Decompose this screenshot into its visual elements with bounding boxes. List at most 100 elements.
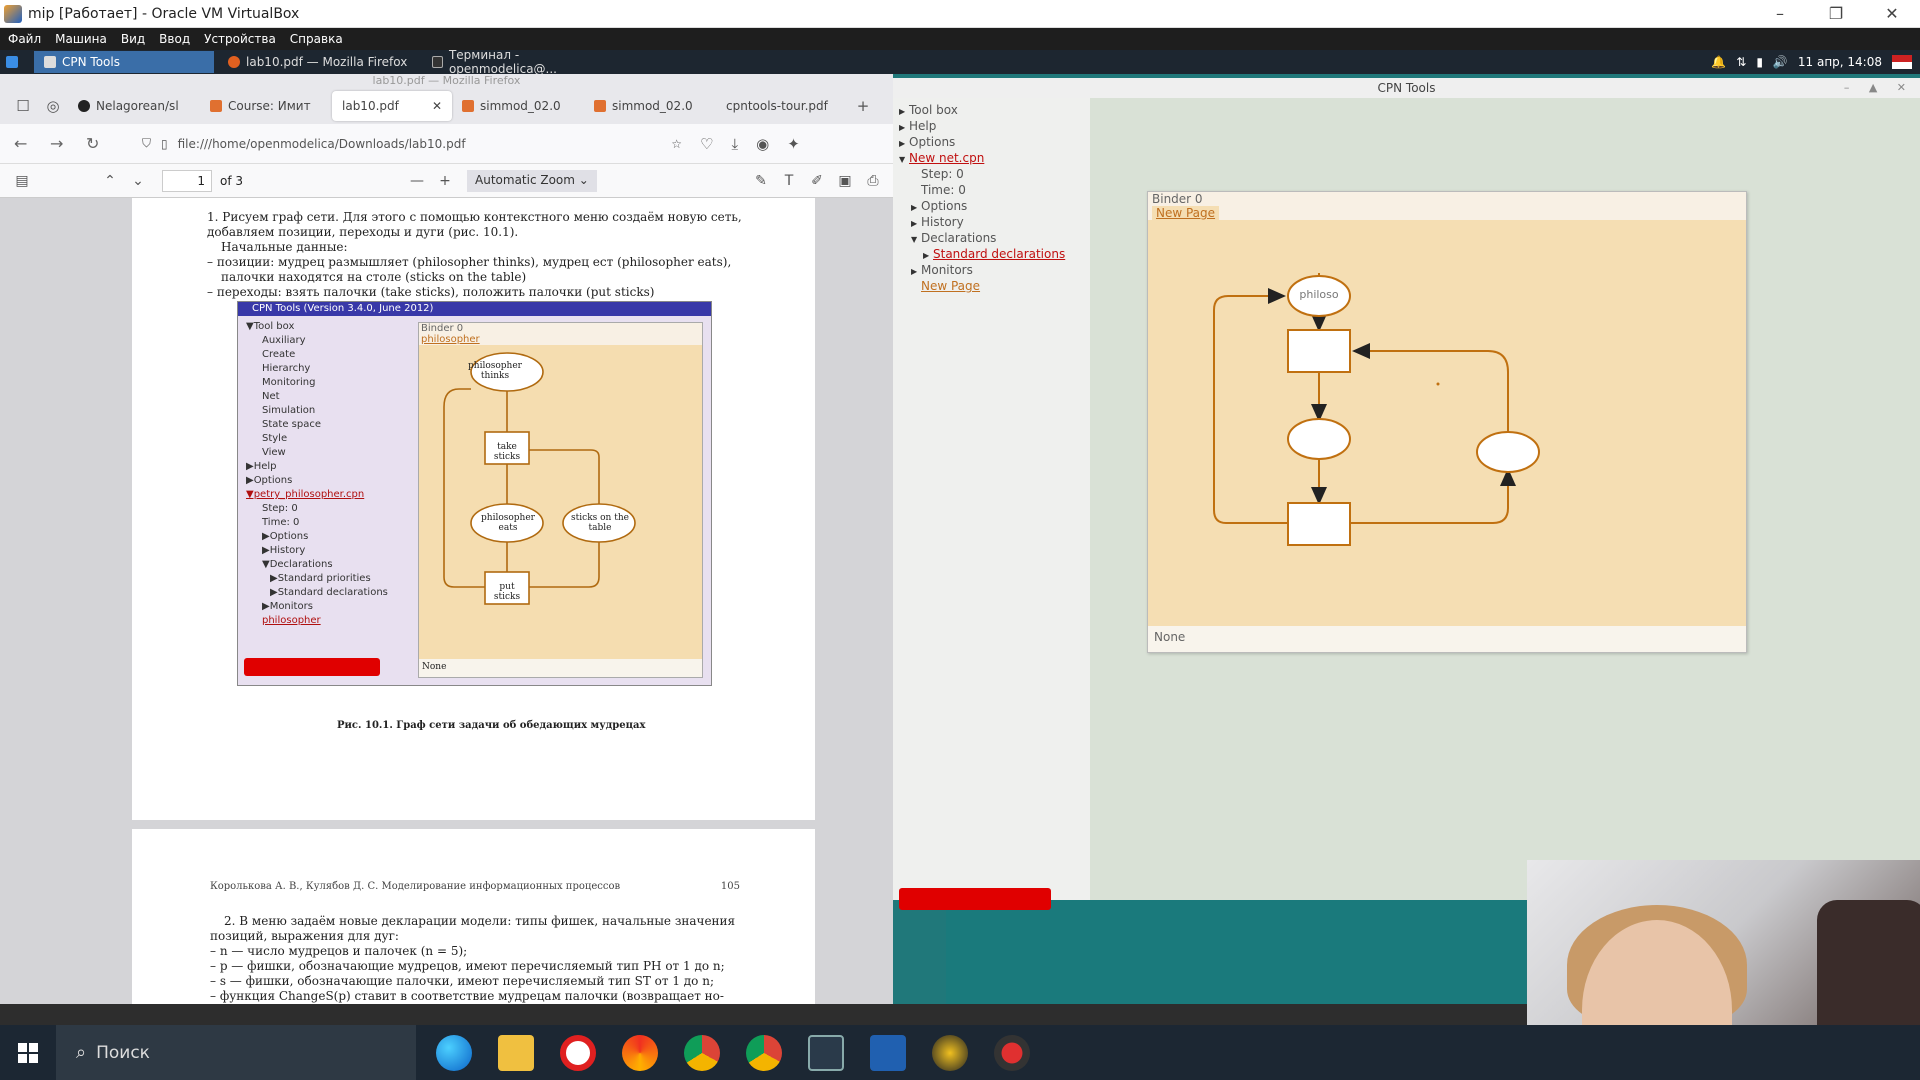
- index-item-new-page[interactable]: New Page: [893, 278, 1090, 294]
- sidebar-toggle-icon[interactable]: ▤: [8, 173, 36, 189]
- virtualbox-box-icon[interactable]: [808, 1034, 844, 1071]
- zoom-in-icon[interactable]: +: [431, 173, 459, 189]
- reload-icon[interactable]: ↻: [86, 134, 122, 153]
- chrome-profile-icon[interactable]: [746, 1034, 782, 1071]
- tab-course[interactable]: Course: Имит: [200, 91, 332, 121]
- zoom-select[interactable]: Automatic Zoom ⌄: [467, 169, 598, 192]
- battery-icon[interactable]: ▮: [1756, 55, 1763, 69]
- minimize-icon[interactable]: –: [1752, 4, 1808, 23]
- taskbar-search[interactable]: ⌕ Поиск: [56, 1025, 416, 1080]
- tab-lab10[interactable]: lab10.pdf ✕: [332, 91, 452, 121]
- place-label[interactable]: philoso: [1288, 288, 1350, 301]
- image-icon[interactable]: ▣: [831, 173, 859, 189]
- pdf-text-line: – функция ChangeS(p) ставит в соответств…: [210, 989, 724, 1003]
- transition-put[interactable]: [1287, 502, 1351, 546]
- network-icon[interactable]: ⇅: [1736, 55, 1746, 69]
- chrome-icon[interactable]: [684, 1034, 720, 1071]
- download-icon[interactable]: ⤓: [731, 135, 738, 153]
- binder-header: Binder 0 New Page: [1148, 192, 1746, 220]
- index-item-history[interactable]: ▶ History: [893, 214, 1090, 230]
- app2-icon[interactable]: [994, 1034, 1030, 1071]
- index-item-help[interactable]: ▶ Help: [893, 118, 1090, 134]
- task-firefox[interactable]: lab10.pdf — Mozilla Firefox: [218, 51, 418, 73]
- yandex-browser-icon[interactable]: [622, 1034, 658, 1071]
- account-icon[interactable]: ◉: [756, 135, 769, 153]
- index-item-net[interactable]: ▼ New net.cpn: [893, 150, 1090, 166]
- text-icon[interactable]: T: [775, 173, 803, 189]
- yandex-icon[interactable]: [560, 1034, 596, 1071]
- print-icon[interactable]: ⎙: [859, 173, 887, 189]
- menu-input[interactable]: Ввод: [159, 32, 190, 46]
- explorer-icon[interactable]: [498, 1034, 534, 1071]
- place-sticks[interactable]: [1476, 431, 1540, 473]
- tab-github[interactable]: Nelagorean/sl: [68, 91, 200, 121]
- task-label: CPN Tools: [62, 55, 120, 69]
- menu-view[interactable]: Вид: [121, 32, 145, 46]
- figure-sidebar: ▼Tool box Auxiliary Create Hierarchy Mon…: [242, 320, 422, 628]
- index-item-options[interactable]: ▶ Options: [893, 134, 1090, 150]
- petri-net-canvas[interactable]: [1148, 220, 1748, 628]
- index-label: New Page: [921, 279, 981, 293]
- pdf-text-line: Начальные данные:: [221, 240, 348, 254]
- start-button[interactable]: [0, 1025, 56, 1080]
- apps-menu-icon[interactable]: [0, 51, 30, 73]
- figure-title: CPN Tools (Version 3.4.0, June 2012): [238, 302, 711, 316]
- restore-icon[interactable]: ❐: [1808, 4, 1864, 23]
- edge-icon[interactable]: [436, 1034, 472, 1071]
- close-tab-icon[interactable]: ✕: [432, 99, 442, 113]
- url-bar[interactable]: ⛉ ▯ file:///home/openmodelica/Downloads/…: [142, 130, 682, 158]
- figure-tree-item: ▼petry_philosopher.cpn: [246, 489, 365, 500]
- task-cpn-tools[interactable]: CPN Tools: [34, 51, 214, 73]
- index-item-net-options[interactable]: ▶ Options: [893, 198, 1090, 214]
- draw-icon[interactable]: ✐: [803, 173, 831, 189]
- index-item-toolbox[interactable]: ▶ Tool box: [893, 102, 1090, 118]
- flag-icon[interactable]: [1892, 55, 1912, 69]
- menu-help[interactable]: Справка: [290, 32, 343, 46]
- index-label: Step: 0: [921, 167, 964, 181]
- index-item-standard-declarations[interactable]: ▶ Standard declarations: [893, 246, 1090, 262]
- index-item-declarations[interactable]: ▼ Declarations: [893, 230, 1090, 246]
- back-icon[interactable]: ←: [14, 134, 50, 153]
- menu-machine[interactable]: Машина: [55, 32, 107, 46]
- task-terminal[interactable]: Терминал - openmodelica@...: [422, 48, 622, 76]
- volume-icon[interactable]: 🔊: [1773, 55, 1788, 69]
- menu-devices[interactable]: Устройства: [204, 32, 276, 46]
- binder-window[interactable]: Binder 0 New Page philoso None: [1147, 191, 1747, 653]
- arc[interactable]: [1350, 468, 1516, 524]
- page-number-input[interactable]: 1: [162, 169, 212, 192]
- highlight-icon[interactable]: ✎: [747, 173, 775, 189]
- pdf-viewer[interactable]: 1. Рисуем граф сети. Для этого с помощью…: [0, 198, 893, 1004]
- index-item-monitors[interactable]: ▶ Monitors: [893, 262, 1090, 278]
- figure-caption: Рис. 10.1. Граф сети задачи об обедающих…: [337, 720, 646, 731]
- clock[interactable]: 11 апр, 14:08: [1798, 55, 1882, 69]
- transition-take[interactable]: [1287, 329, 1351, 373]
- menu-file[interactable]: Файл: [8, 32, 41, 46]
- close-icon[interactable]: ✕: [1864, 4, 1920, 23]
- tab-cpntools-tour[interactable]: cpntools-tour.pdf: [716, 91, 848, 121]
- bell-icon[interactable]: 🔔: [1711, 55, 1726, 69]
- arc[interactable]: [1352, 343, 1509, 435]
- pdf-text-line: – n — число мудрецов и палочек (n = 5);: [210, 944, 468, 958]
- bookmark-star-icon[interactable]: ☆: [671, 137, 682, 151]
- tab-label: lab10.pdf: [342, 99, 399, 113]
- pdf-page-2: Королькова А. В., Кулябов Д. С. Моделиро…: [132, 829, 815, 1004]
- github-icon[interactable]: ◎: [38, 97, 68, 115]
- forward-icon[interactable]: →: [50, 134, 86, 153]
- cpn-window-controls[interactable]: – ▲ ✕: [1844, 78, 1914, 98]
- tab-list-icon[interactable]: ☐: [8, 97, 38, 115]
- pocket-icon[interactable]: ♡: [700, 135, 713, 153]
- new-tab-icon[interactable]: +: [848, 97, 878, 115]
- next-page-icon[interactable]: ⌄: [124, 173, 152, 189]
- tab-simmod-2[interactable]: simmod_02.0: [584, 91, 716, 121]
- virtualbox-icon[interactable]: [870, 1034, 906, 1071]
- place-eats[interactable]: [1287, 418, 1351, 460]
- arc[interactable]: [1213, 288, 1288, 524]
- tab-simmod-1[interactable]: simmod_02.0: [452, 91, 584, 121]
- zoom-out-icon[interactable]: —: [403, 173, 431, 189]
- previous-page-icon[interactable]: ⌃: [96, 173, 124, 189]
- url-text: file:///home/openmodelica/Downloads/lab1…: [177, 136, 466, 151]
- extensions-icon[interactable]: ✦: [787, 135, 800, 153]
- page-tab-new-page[interactable]: New Page: [1152, 206, 1220, 220]
- page-header: Королькова А. В., Кулябов Д. С. Моделиро…: [210, 881, 621, 892]
- app-icon[interactable]: [932, 1034, 968, 1071]
